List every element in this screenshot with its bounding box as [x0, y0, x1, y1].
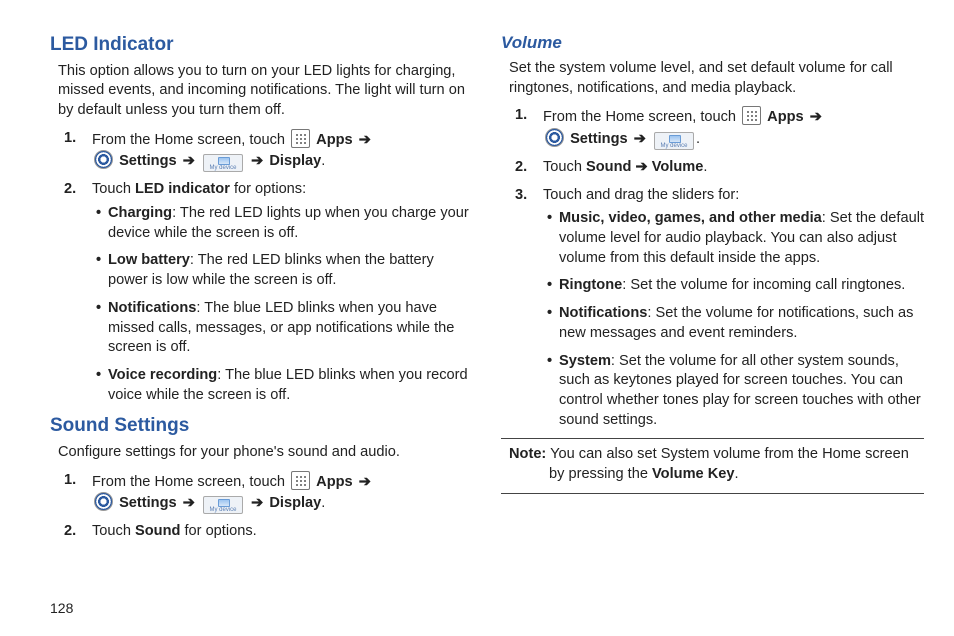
apps-icon — [742, 106, 761, 125]
step-text: for options. — [184, 523, 256, 539]
vol-opt-ringtone: Ringtone: Set the volume for incoming ca… — [559, 276, 924, 296]
step-text: for options: — [234, 181, 306, 197]
step-text: From the Home screen, touch — [92, 132, 285, 148]
apps-label: Apps — [316, 474, 352, 490]
sound-intro: Configure settings for your phone's soun… — [58, 443, 473, 463]
apps-icon — [291, 471, 310, 490]
sound-bold: Sound — [135, 523, 180, 539]
page-body: LED Indicator This option allows you to … — [50, 30, 924, 590]
note-period: . — [734, 466, 738, 482]
arrow-icon: ➔ — [632, 131, 648, 147]
led-options: Charging: The red LED lights up when you… — [92, 204, 473, 405]
led-opt-voice-recording: Voice recording: The blue LED blinks whe… — [108, 366, 473, 405]
volume-steps: From the Home screen, touch Apps ➔ Setti… — [509, 106, 924, 430]
step-text: From the Home screen, touch — [543, 109, 736, 125]
led-opt-low-battery: Low battery: The red LED blinks when the… — [108, 251, 473, 290]
opt-title: Ringtone — [559, 277, 622, 293]
sound-step-2: Touch Sound for options. — [92, 522, 473, 542]
step-text: Touch — [92, 181, 131, 197]
opt-title: System — [559, 353, 611, 369]
my-device-label: My device — [209, 507, 236, 513]
apps-icon — [291, 129, 310, 148]
led-step-2: Touch LED indicator for options: Chargin… — [92, 180, 473, 405]
arrow-icon: ➔ — [181, 153, 197, 169]
arrow-icon: ➔ — [808, 109, 824, 125]
volume-step-1: From the Home screen, touch Apps ➔ Setti… — [543, 106, 924, 150]
left-column: LED Indicator This option allows you to … — [50, 30, 473, 590]
display-label: Display — [269, 153, 321, 169]
vol-opt-media: Music, video, games, and other media: Se… — [559, 209, 924, 268]
my-device-label: My device — [660, 143, 687, 149]
opt-title: Notifications — [559, 305, 647, 321]
arrow-icon: ➔ — [357, 132, 373, 148]
note-prefix: Note: — [509, 446, 546, 462]
arrow-icon: ➔ — [249, 495, 265, 511]
led-opt-notifications: Notifications: The blue LED blinks when … — [108, 299, 473, 358]
sound-steps: From the Home screen, touch Apps ➔ Setti… — [58, 471, 473, 542]
step-text: Touch and drag the sliders for: — [543, 187, 739, 203]
right-column: Volume Set the system volume level, and … — [501, 30, 924, 590]
sound-step-1: From the Home screen, touch Apps ➔ Setti… — [92, 471, 473, 515]
apps-label: Apps — [767, 109, 803, 125]
opt-title: Charging — [108, 205, 172, 221]
arrow-icon: ➔ — [181, 495, 197, 511]
arrow-icon: ➔ — [249, 153, 265, 169]
display-label: Display — [269, 495, 321, 511]
step-text: From the Home screen, touch — [92, 474, 285, 490]
apps-label: Apps — [316, 132, 352, 148]
opt-title: Low battery — [108, 252, 190, 268]
opt-text: : Set the volume for incoming call ringt… — [622, 277, 905, 293]
sound-heading: Sound Settings — [50, 413, 473, 439]
settings-label: Settings — [570, 131, 628, 147]
settings-icon — [545, 128, 564, 147]
my-device-label: My device — [209, 165, 236, 171]
vol-opt-system: System: Set the volume for all other sys… — [559, 352, 924, 431]
settings-icon — [94, 150, 113, 169]
volume-step-3: Touch and drag the sliders for: Music, v… — [543, 186, 924, 431]
led-step-1: From the Home screen, touch Apps ➔ Setti… — [92, 129, 473, 173]
my-device-icon: My device — [203, 154, 243, 172]
settings-label: Settings — [119, 495, 177, 511]
volume-options: Music, video, games, and other media : Se… — [543, 209, 924, 430]
note-rule — [501, 493, 924, 494]
volume-intro: Set the system volume level, and set def… — [509, 59, 924, 98]
vol-opt-notifications: Notifications: Set the volume for notifi… — [559, 304, 924, 343]
step-text: Touch — [543, 159, 582, 175]
arrow-icon: ➔ — [357, 474, 373, 490]
volume-heading: Volume — [501, 32, 924, 55]
led-steps: From the Home screen, touch Apps ➔ Setti… — [58, 129, 473, 406]
led-opt-charging: Charging: The red LED lights up when you… — [108, 204, 473, 243]
opt-title: Notifications — [108, 300, 196, 316]
page-number: 128 — [50, 600, 924, 616]
opt-title: Voice recording — [108, 367, 217, 383]
my-device-icon: My device — [203, 496, 243, 514]
led-indicator-bold: LED indicator — [135, 181, 230, 197]
volume-path: Sound ➔ Volume — [586, 159, 703, 175]
note-volume-key: Volume Key — [652, 466, 734, 482]
led-intro: This option allows you to turn on your L… — [58, 62, 473, 121]
opt-text: : Set the volume for all other system so… — [559, 353, 921, 428]
led-heading: LED Indicator — [50, 32, 473, 58]
volume-note: Note: You can also set System volume fro… — [509, 445, 924, 484]
settings-icon — [94, 492, 113, 511]
opt-title: Music, video, games, and other media — [559, 210, 822, 226]
settings-label: Settings — [119, 153, 177, 169]
volume-step-2: Touch Sound ➔ Volume. — [543, 158, 924, 178]
step-text: Touch — [92, 523, 131, 539]
note-rule — [501, 438, 924, 439]
my-device-icon: My device — [654, 132, 694, 150]
